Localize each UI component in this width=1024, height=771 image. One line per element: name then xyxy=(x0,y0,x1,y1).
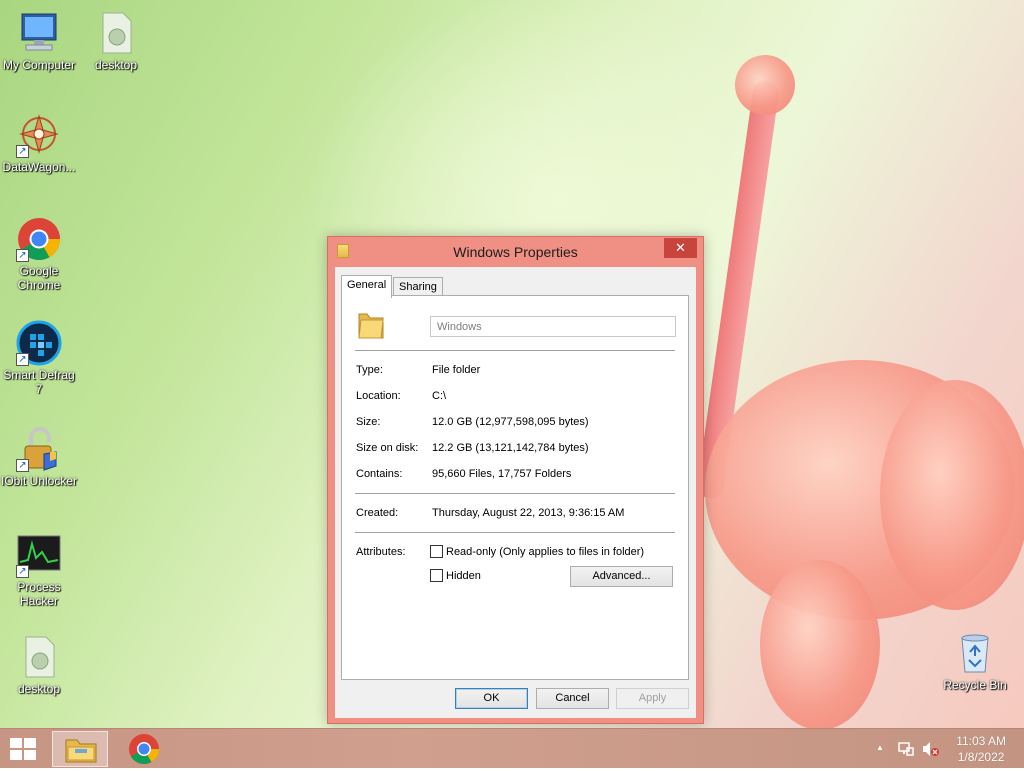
windows-logo-icon xyxy=(24,738,36,748)
location-label: Location: xyxy=(356,390,401,402)
desktop-icon-label: DataWagon... xyxy=(2,160,76,174)
desktop-icon-label: Process Hacker xyxy=(17,580,61,608)
size-on-disk-label: Size on disk: xyxy=(356,442,419,454)
contains-label: Contains: xyxy=(356,468,403,480)
taskbar-chrome[interactable] xyxy=(116,731,172,767)
readonly-checkbox[interactable] xyxy=(430,545,443,558)
chrome-icon: ↗ xyxy=(16,216,62,262)
apply-button[interactable]: Apply xyxy=(616,688,689,709)
flower-petal-lower xyxy=(760,560,880,728)
properties-dialog: Windows Properties ✕ General Sharing Typ… xyxy=(327,236,704,724)
created-value: Thursday, August 22, 2013, 9:36:15 AM xyxy=(432,507,625,519)
separator xyxy=(355,493,675,494)
desktop-icon-label: My Computer xyxy=(2,58,76,72)
recycle-bin-icon xyxy=(952,630,998,676)
document-icon xyxy=(93,10,139,56)
desktop-icon-recycle-bin[interactable]: Recycle Bin xyxy=(936,630,1014,692)
contains-value: 95,660 Files, 17,757 Folders xyxy=(432,468,572,480)
desktop-icon-desktop-file-2[interactable]: desktop xyxy=(0,634,78,696)
separator xyxy=(355,350,675,351)
desktop-icon-label: Google Chrome xyxy=(17,264,61,292)
folder-name-input[interactable] xyxy=(430,316,676,337)
show-hidden-icons-button[interactable]: ▲ xyxy=(876,743,884,752)
location-value: C:\ xyxy=(432,390,447,402)
readonly-checkbox-row[interactable]: Read-only (Only applies to files in fold… xyxy=(430,545,644,558)
hidden-checkbox-row[interactable]: Hidden xyxy=(430,569,481,582)
computer-icon xyxy=(16,10,62,56)
size-on-disk-value: 12.2 GB (13,121,142,784 bytes) xyxy=(432,442,589,454)
desktop-icon-label: desktop xyxy=(17,682,61,696)
chrome-icon xyxy=(129,734,159,765)
desktop-icon-label: Recycle Bin xyxy=(943,678,1007,692)
start-button[interactable] xyxy=(10,737,38,761)
process-hacker-icon: ↗ xyxy=(16,532,62,578)
volume-muted-icon[interactable] xyxy=(922,741,940,757)
tab-sharing[interactable]: Sharing xyxy=(393,277,443,297)
desktop-icon-smart-defrag[interactable]: ↗ Smart Defrag 7 xyxy=(0,320,78,396)
windows-logo-icon xyxy=(10,738,22,748)
shortcut-arrow-icon: ↗ xyxy=(16,145,29,158)
cancel-button[interactable]: Cancel xyxy=(536,688,609,709)
folder-icon xyxy=(357,310,385,340)
hidden-label: Hidden xyxy=(446,569,481,582)
document-icon xyxy=(16,634,62,680)
type-label: Type: xyxy=(356,364,383,376)
smart-defrag-icon: ↗ xyxy=(16,320,62,366)
flower-bud xyxy=(735,55,795,115)
hidden-checkbox[interactable] xyxy=(430,569,443,582)
dialog-title: Windows Properties xyxy=(453,244,578,260)
taskbar: ▲ 11:03 AM 1/8/2022 xyxy=(0,728,1024,768)
attributes-label: Attributes: xyxy=(356,546,406,558)
file-explorer-icon xyxy=(65,739,97,763)
desktop-icon-label: Smart Defrag 7 xyxy=(3,368,75,396)
taskbar-file-explorer[interactable] xyxy=(52,731,108,767)
shortcut-arrow-icon: ↗ xyxy=(16,459,29,472)
dialog-titlebar[interactable]: Windows Properties ✕ xyxy=(328,237,703,267)
advanced-button[interactable]: Advanced... xyxy=(570,566,673,587)
desktop-icon-label: IObit Unlocker xyxy=(0,474,78,488)
shortcut-arrow-icon: ↗ xyxy=(16,353,29,366)
dialog-client-area: General Sharing Type: File folder Locati… xyxy=(335,267,696,718)
desktop-icon-datawagon[interactable]: ↗ DataWagon... xyxy=(0,112,78,174)
separator xyxy=(355,532,675,533)
unlocker-icon: ↗ xyxy=(16,426,62,472)
type-value: File folder xyxy=(432,364,481,376)
size-label: Size: xyxy=(356,416,381,428)
clock-time: 11:03 AM xyxy=(956,734,1006,748)
desktop-background: My Computer desktop ↗ DataWagon... ↗ Goo… xyxy=(0,0,1024,728)
desktop-icon-iobit-unlocker[interactable]: ↗ IObit Unlocker xyxy=(0,426,78,488)
desktop-icon-my-computer[interactable]: My Computer xyxy=(0,10,78,72)
windows-logo-icon xyxy=(24,750,36,760)
size-value: 12.0 GB (12,977,598,095 bytes) xyxy=(432,416,589,428)
desktop-icon-desktop-file[interactable]: desktop xyxy=(77,10,155,72)
taskbar-clock[interactable]: 11:03 AM 1/8/2022 xyxy=(956,733,1006,765)
close-button[interactable]: ✕ xyxy=(664,238,697,258)
tab-general[interactable]: General xyxy=(341,275,393,298)
shortcut-arrow-icon: ↗ xyxy=(16,565,29,578)
ok-button[interactable]: OK xyxy=(455,688,528,709)
desktop-icon-process-hacker[interactable]: ↗ Process Hacker xyxy=(0,532,78,608)
windows-logo-icon xyxy=(10,750,22,760)
system-tray: ▲ xyxy=(870,729,950,769)
general-tab-panel: Type: File folder Location: C:\ Size: 12… xyxy=(341,295,689,680)
flower-petal-right xyxy=(880,380,1024,610)
desktop-icon-label: desktop xyxy=(94,58,138,72)
shortcut-arrow-icon: ↗ xyxy=(16,249,29,262)
network-icon[interactable] xyxy=(898,741,914,757)
readonly-label: Read-only (Only applies to files in fold… xyxy=(446,545,645,558)
clock-date: 1/8/2022 xyxy=(957,750,1005,764)
created-label: Created: xyxy=(356,507,399,519)
desktop-icon-google-chrome[interactable]: ↗ Google Chrome xyxy=(0,216,78,292)
datawagon-icon: ↗ xyxy=(16,112,62,158)
